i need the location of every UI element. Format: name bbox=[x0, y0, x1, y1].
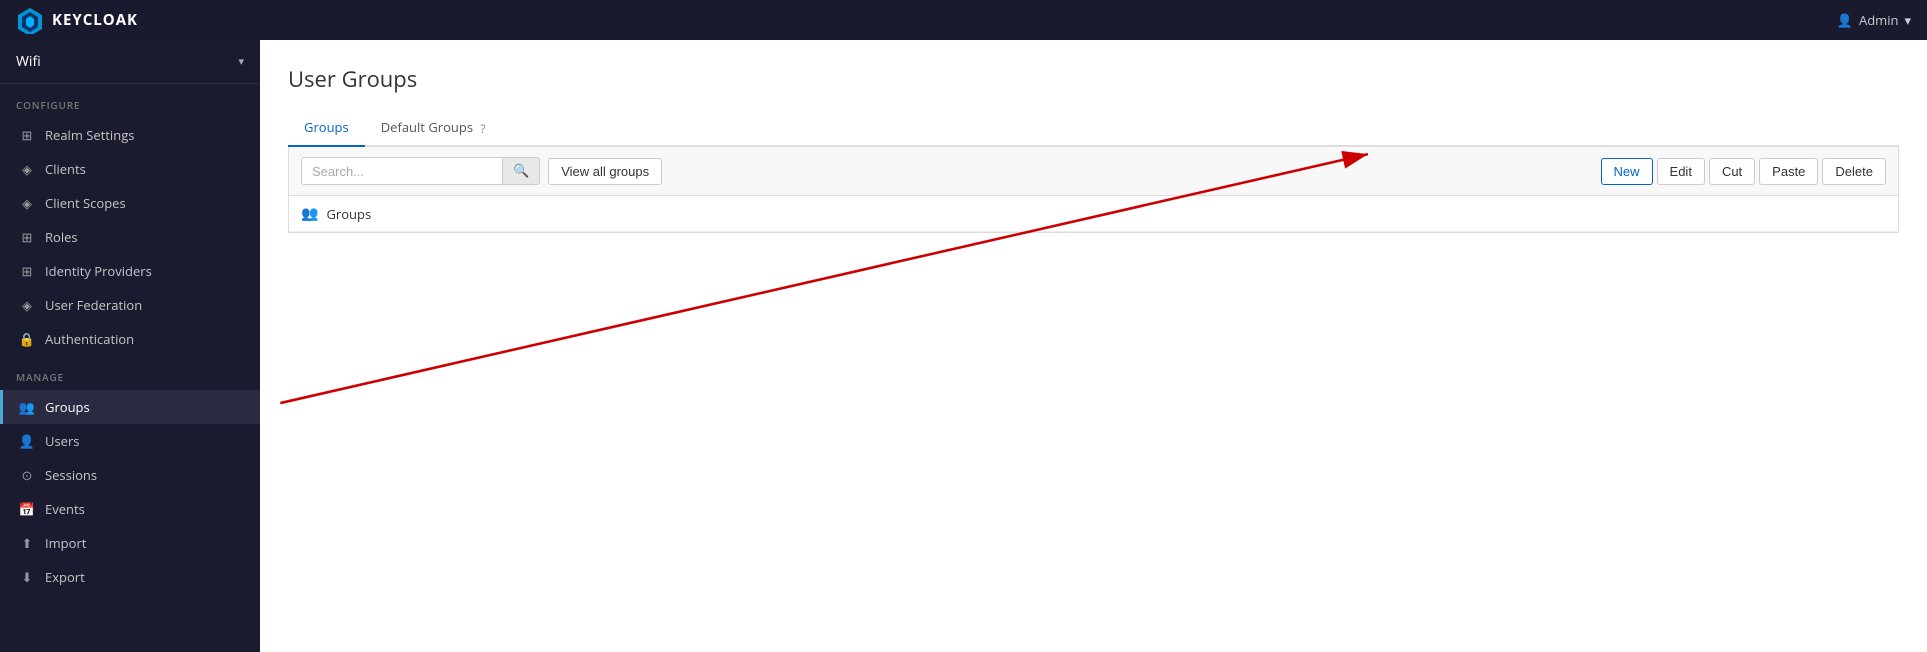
group-row-icon: 👥 bbox=[301, 204, 318, 223]
sidebar-item-label: Client Scopes bbox=[45, 194, 126, 212]
manage-section-label: Manage bbox=[0, 356, 260, 390]
users-icon: 👤 bbox=[19, 433, 35, 449]
toolbar-right: New Edit Cut Paste Delete bbox=[1601, 158, 1886, 185]
sidebar-item-label: Realm Settings bbox=[45, 126, 134, 144]
events-icon: 📅 bbox=[19, 501, 35, 517]
realm-name: Wifi bbox=[16, 52, 41, 71]
tab-default-groups[interactable]: Default Groups ? bbox=[365, 110, 502, 147]
tab-groups-label: Groups bbox=[304, 118, 349, 136]
user-label: Admin bbox=[1859, 11, 1898, 29]
groups-table: 👥 Groups bbox=[288, 196, 1899, 233]
realm-selector[interactable]: Wifi ▾ bbox=[0, 40, 260, 84]
brand: KEYCLOAK bbox=[16, 6, 138, 34]
sidebar-item-label: Users bbox=[45, 432, 79, 450]
sidebar-item-label: Clients bbox=[45, 160, 86, 178]
sidebar-item-label: Authentication bbox=[45, 330, 134, 348]
groups-toolbar: 🔍 View all groups New Edit Cut Paste Del… bbox=[288, 147, 1899, 196]
realm-chevron-icon: ▾ bbox=[238, 54, 244, 69]
sidebar-item-realm-settings[interactable]: ⊞ Realm Settings bbox=[0, 118, 260, 152]
brand-name: KEYCLOAK bbox=[52, 10, 138, 30]
user-menu[interactable]: 👤 Admin ▾ bbox=[1837, 11, 1911, 29]
tab-groups[interactable]: Groups bbox=[288, 110, 365, 147]
sidebar-item-roles[interactable]: ⊞ Roles bbox=[0, 220, 260, 254]
main-layout: Wifi ▾ Configure ⊞ Realm Settings ◈ Clie… bbox=[0, 40, 1927, 652]
client-scopes-icon: ◈ bbox=[19, 195, 35, 211]
sidebar-item-label: Import bbox=[45, 534, 86, 552]
search-input[interactable] bbox=[302, 159, 502, 184]
sidebar-item-label: Identity Providers bbox=[45, 262, 152, 280]
sidebar-item-label: Export bbox=[45, 568, 85, 586]
sidebar-item-label: User Federation bbox=[45, 296, 142, 314]
sidebar-item-label: Roles bbox=[45, 228, 78, 246]
search-box: 🔍 bbox=[301, 157, 540, 185]
sidebar-item-user-federation[interactable]: ◈ User Federation bbox=[0, 288, 260, 322]
view-all-groups-button[interactable]: View all groups bbox=[548, 158, 662, 185]
sidebar-item-label: Sessions bbox=[45, 466, 97, 484]
navbar: KEYCLOAK 👤 Admin ▾ bbox=[0, 0, 1927, 40]
sidebar-item-groups[interactable]: 👥 Groups bbox=[0, 390, 260, 424]
search-button[interactable]: 🔍 bbox=[502, 158, 539, 184]
groups-icon: 👥 bbox=[19, 399, 35, 415]
tabs-bar: Groups Default Groups ? bbox=[288, 110, 1899, 147]
sidebar-item-client-scopes[interactable]: ◈ Client Scopes bbox=[0, 186, 260, 220]
paste-button[interactable]: Paste bbox=[1759, 158, 1818, 185]
group-row-name: Groups bbox=[326, 205, 371, 223]
sidebar-item-clients[interactable]: ◈ Clients bbox=[0, 152, 260, 186]
sessions-icon: ⊙ bbox=[19, 467, 35, 483]
realm-settings-icon: ⊞ bbox=[19, 127, 35, 143]
sidebar-item-import[interactable]: ⬆ Import bbox=[0, 526, 260, 560]
roles-icon: ⊞ bbox=[19, 229, 35, 245]
sidebar-item-events[interactable]: 📅 Events bbox=[0, 492, 260, 526]
tab-help-icon: ? bbox=[480, 120, 485, 137]
cut-button[interactable]: Cut bbox=[1709, 158, 1755, 185]
sidebar-item-identity-providers[interactable]: ⊞ Identity Providers bbox=[0, 254, 260, 288]
delete-button[interactable]: Delete bbox=[1822, 158, 1886, 185]
new-button[interactable]: New bbox=[1601, 158, 1653, 185]
sidebar-item-users[interactable]: 👤 Users bbox=[0, 424, 260, 458]
content-area: User Groups Groups Default Groups ? 🔍 Vi… bbox=[260, 40, 1927, 652]
identity-providers-icon: ⊞ bbox=[19, 263, 35, 279]
import-icon: ⬆ bbox=[19, 535, 35, 551]
toolbar-left: 🔍 View all groups bbox=[301, 157, 662, 185]
tab-default-groups-label: Default Groups bbox=[381, 118, 473, 136]
page-title: User Groups bbox=[288, 64, 1899, 94]
edit-button[interactable]: Edit bbox=[1657, 158, 1705, 185]
keycloak-logo-icon bbox=[16, 6, 44, 34]
sidebar: Wifi ▾ Configure ⊞ Realm Settings ◈ Clie… bbox=[0, 40, 260, 652]
user-chevron-icon: ▾ bbox=[1904, 11, 1911, 29]
sidebar-item-sessions[interactable]: ⊙ Sessions bbox=[0, 458, 260, 492]
user-federation-icon: ◈ bbox=[19, 297, 35, 313]
sidebar-item-label: Groups bbox=[45, 398, 90, 416]
configure-section-label: Configure bbox=[0, 84, 260, 118]
sidebar-item-label: Events bbox=[45, 500, 85, 518]
authentication-icon: 🔒 bbox=[19, 331, 35, 347]
sidebar-item-authentication[interactable]: 🔒 Authentication bbox=[0, 322, 260, 356]
table-row[interactable]: 👥 Groups bbox=[289, 196, 1898, 232]
user-icon: 👤 bbox=[1837, 11, 1853, 29]
export-icon: ⬇ bbox=[19, 569, 35, 585]
sidebar-item-export[interactable]: ⬇ Export bbox=[0, 560, 260, 594]
clients-icon: ◈ bbox=[19, 161, 35, 177]
